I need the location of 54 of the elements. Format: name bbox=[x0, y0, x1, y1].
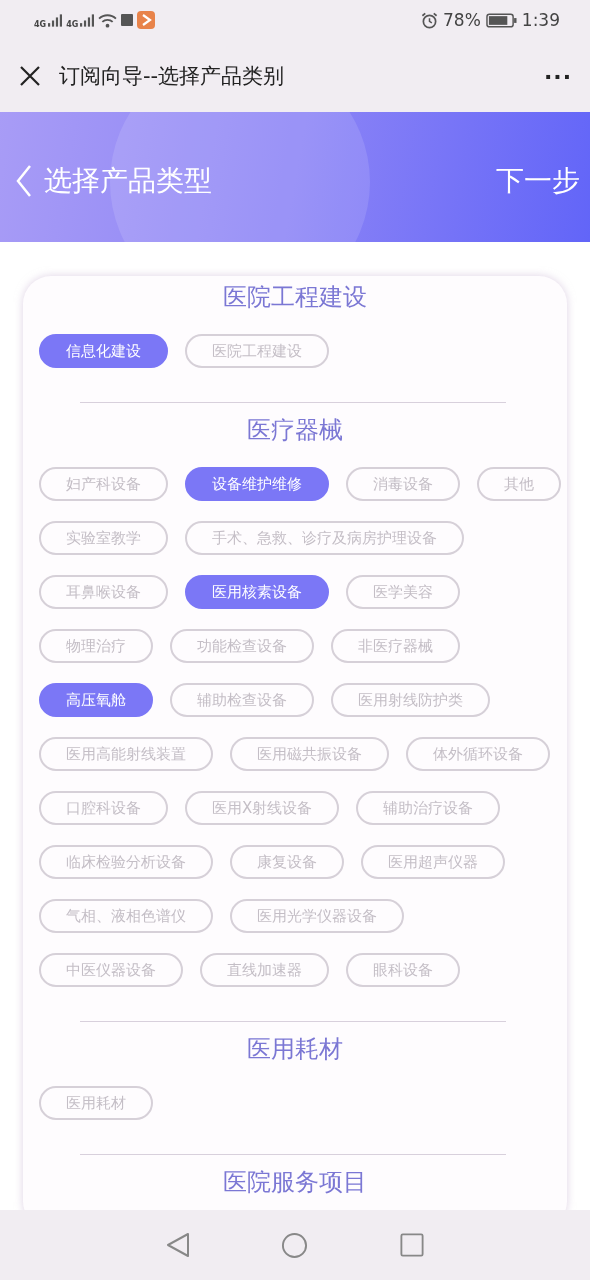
category-tag[interactable]: 其他 bbox=[477, 467, 561, 501]
close-icon[interactable] bbox=[19, 65, 41, 87]
clock-time: 1:39 bbox=[521, 10, 560, 30]
category-tag[interactable]: 辅助检查设备 bbox=[170, 683, 314, 717]
signal-icon bbox=[80, 13, 95, 27]
network-label: 4G bbox=[34, 20, 47, 29]
battery-percent: 78% bbox=[443, 10, 481, 30]
category-tag[interactable]: 辅助治疗设备 bbox=[356, 791, 501, 825]
play-app-icon bbox=[137, 11, 156, 29]
back-icon[interactable] bbox=[165, 1232, 190, 1258]
category-tag[interactable]: 手术、急救、诊疗及病房护理设备 bbox=[185, 521, 464, 555]
category-tag[interactable]: 医用核素设备 bbox=[185, 575, 329, 609]
chevron-left-icon[interactable] bbox=[16, 164, 32, 198]
next-step-button[interactable]: 下一步 bbox=[496, 162, 580, 200]
category-tag[interactable]: 中医仪器设备 bbox=[39, 953, 183, 987]
section-title: 医用耗材 bbox=[246, 1034, 344, 1065]
category-tag[interactable]: 体外循环设备 bbox=[406, 737, 550, 771]
category-tag[interactable]: 医用高能射线装置 bbox=[39, 737, 213, 771]
category-tag[interactable]: 气相、液相色谱仪 bbox=[39, 899, 213, 933]
category-tag[interactable]: 功能检查设备 bbox=[170, 629, 314, 663]
category-tag[interactable]: 信息化建设 bbox=[39, 334, 168, 368]
category-tag[interactable]: 妇产科设备 bbox=[39, 467, 168, 501]
category-tag[interactable]: 消毒设备 bbox=[346, 467, 460, 501]
category-tag[interactable]: 医用射线防护类 bbox=[331, 683, 490, 717]
category-tag[interactable]: 非医疗器械 bbox=[331, 629, 460, 663]
category-tag[interactable]: 设备维护维修 bbox=[185, 467, 329, 501]
back-button[interactable]: 选择产品类型 bbox=[16, 162, 212, 200]
category-tag[interactable]: 医用X射线设备 bbox=[185, 791, 340, 825]
recents-icon[interactable] bbox=[400, 1233, 425, 1257]
category-tag[interactable]: 医用光学仪器设备 bbox=[230, 899, 404, 933]
square-icon bbox=[121, 14, 134, 26]
category-tag[interactable]: 医院工程建设 bbox=[185, 334, 329, 368]
section-title: 医疗器械 bbox=[246, 415, 344, 446]
category-tag[interactable]: 直线加速器 bbox=[200, 953, 329, 987]
category-tag[interactable]: 临床检验分析设备 bbox=[39, 845, 213, 879]
category-tag[interactable]: 物理治疗 bbox=[39, 629, 153, 663]
category-tag[interactable]: 实验室教学 bbox=[39, 521, 168, 555]
more-button[interactable]: ··· bbox=[543, 63, 572, 89]
category-tag[interactable]: 康复设备 bbox=[230, 845, 344, 879]
category-tag[interactable]: 医用磁共振设备 bbox=[230, 737, 389, 771]
category-tag[interactable]: 高压氧舱 bbox=[39, 683, 153, 717]
category-tag[interactable]: 医学美容 bbox=[346, 575, 460, 609]
home-icon[interactable] bbox=[281, 1231, 309, 1259]
network-label: 4G bbox=[66, 20, 79, 29]
category-tag[interactable]: 医用耗材 bbox=[39, 1086, 153, 1120]
battery-icon bbox=[485, 12, 517, 28]
section-title: 医院工程建设 bbox=[222, 282, 368, 313]
alarm-icon bbox=[421, 11, 438, 29]
wifi-icon bbox=[98, 12, 118, 28]
category-tag[interactable]: 医用超声仪器 bbox=[361, 845, 505, 879]
section-title: 医院服务项目 bbox=[222, 1167, 368, 1198]
signal-icon bbox=[48, 13, 63, 27]
page-title: 订阅向导--选择产品类别 bbox=[59, 63, 286, 90]
category-tag[interactable]: 眼科设备 bbox=[346, 953, 460, 987]
